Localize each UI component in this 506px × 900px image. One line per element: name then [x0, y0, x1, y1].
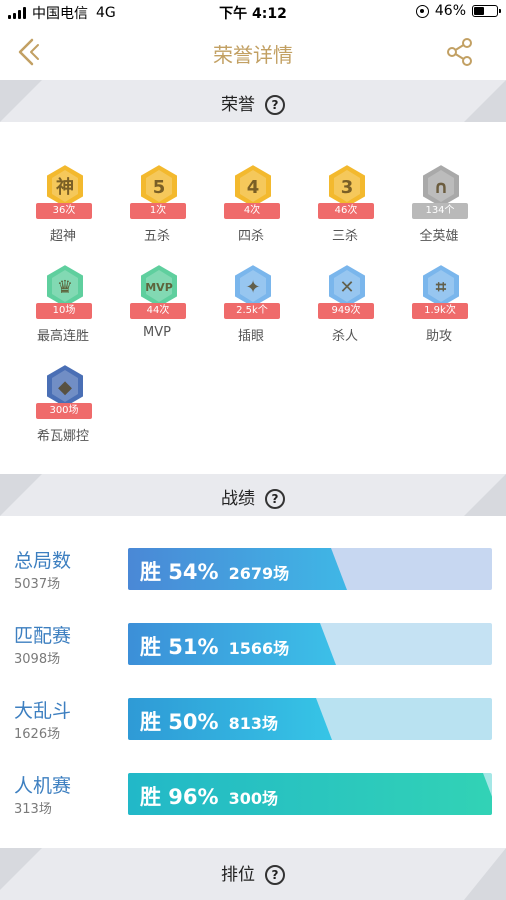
- honor-count: 10场: [36, 303, 92, 319]
- rank-section-header: 排位?: [0, 848, 506, 900]
- honor-item[interactable]: ◆ 300场希瓦娜控: [18, 350, 108, 450]
- win-count: 2679场: [228, 564, 290, 583]
- honor-count: 949次: [318, 303, 374, 319]
- honor-label: 希瓦娜控: [36, 429, 89, 444]
- section-title: 战绩?: [0, 484, 506, 509]
- record-title: 战绩: [221, 489, 255, 509]
- status-right: 46%: [415, 3, 501, 19]
- win-rate-bar: 胜 96% 300场: [128, 773, 492, 815]
- honor-item[interactable]: ⌗ 1.9k次助攻: [394, 250, 484, 350]
- win-rate-text: 胜 50% 813场: [140, 706, 278, 736]
- svg-text:⌗: ⌗: [435, 277, 447, 298]
- honors-grid: 神 36次 超神 5 1次 五杀 4 4次 四杀 3 46次 三杀 ∩ 134个 全英雄 ♛ 10场 最高连胜 MV…: [0, 122, 506, 474]
- svg-text:MVP: MVP: [145, 281, 173, 294]
- win-count: 813场: [228, 714, 278, 733]
- svg-text:✦: ✦: [245, 277, 260, 298]
- honor-count: 46次: [318, 203, 374, 219]
- honor-count: 2.5k个: [224, 303, 280, 319]
- honor-item[interactable]: 神 36次超神: [18, 150, 108, 250]
- honor-item[interactable]: ♛ 10场最高连胜: [18, 250, 108, 350]
- win-rate-value: 胜 50%: [140, 710, 219, 734]
- win-count: 300场: [228, 789, 278, 808]
- nav-bar: 荣誉详情: [0, 24, 506, 79]
- win-rate-text: 胜 96% 300场: [140, 781, 278, 811]
- share-icon: [447, 38, 472, 66]
- battery-icon: [472, 5, 501, 17]
- record-title: 总局数: [14, 550, 72, 572]
- honor-item[interactable]: 4 4次四杀: [206, 150, 296, 250]
- honor-count: 300场: [36, 403, 92, 419]
- honor-count: 134个: [412, 203, 468, 219]
- honor-count: 4次: [224, 203, 280, 219]
- honor-title: 荣誉: [221, 95, 255, 115]
- record-title: 匹配赛: [14, 625, 72, 647]
- honor-label: 三杀: [331, 229, 358, 244]
- help-icon[interactable]: ?: [265, 95, 285, 115]
- rank-title: 排位: [221, 865, 255, 885]
- record-games: 5037场: [14, 577, 61, 592]
- record-title: 大乱斗: [14, 700, 72, 722]
- honor-label: 助攻: [425, 329, 452, 344]
- svg-text:✕: ✕: [339, 277, 354, 298]
- honor-label: 五杀: [143, 229, 170, 244]
- honor-item[interactable]: 3 46次三杀: [300, 150, 390, 250]
- honor-item[interactable]: ∩ 134个全英雄: [394, 150, 484, 250]
- honor-label: 超神: [49, 229, 76, 244]
- record-games: 313场: [14, 802, 52, 817]
- record-games: 1626场: [14, 727, 61, 742]
- status-bar: 中国电信 4G 下午 4:12 46%: [0, 0, 506, 24]
- help-icon[interactable]: ?: [265, 865, 285, 885]
- help-icon[interactable]: ?: [265, 489, 285, 509]
- win-rate-value: 胜 51%: [140, 635, 219, 659]
- honor-count: 36次: [36, 203, 92, 219]
- record-title: 人机赛: [14, 775, 72, 797]
- honor-item[interactable]: ✕ 949次杀人: [300, 250, 390, 350]
- honor-label: 杀人: [331, 329, 358, 344]
- page-title: 荣誉详情: [213, 43, 293, 67]
- record-games: 3098场: [14, 652, 61, 667]
- honor-label: MVP: [143, 325, 171, 340]
- honor-item[interactable]: 5 1次五杀: [112, 150, 202, 250]
- honor-label: 四杀: [237, 229, 264, 244]
- share-button[interactable]: [444, 36, 476, 68]
- honor-label: 最高连胜: [36, 329, 89, 344]
- section-title: 荣誉?: [0, 90, 506, 115]
- svg-text:∩: ∩: [434, 177, 449, 198]
- svg-text:4: 4: [247, 177, 260, 198]
- rotation-lock-icon: [415, 4, 429, 18]
- honor-section-header: 荣誉?: [0, 80, 506, 122]
- record-row[interactable]: 人机赛 313场 胜 96% 300场: [0, 771, 506, 841]
- honor-count: 44次: [130, 303, 186, 319]
- win-rate-text: 胜 54% 2679场: [140, 556, 289, 586]
- battery-fill: [474, 7, 484, 15]
- honor-item[interactable]: ✦ 2.5k个插眼: [206, 250, 296, 350]
- svg-text:◆: ◆: [58, 377, 72, 398]
- honor-label: 插眼: [237, 329, 264, 344]
- battery-percent: 46%: [434, 3, 466, 19]
- win-rate-value: 胜 54%: [140, 560, 219, 584]
- record-row[interactable]: 匹配赛 3098场 胜 51% 1566场: [0, 621, 506, 691]
- record-section-header: 战绩?: [0, 474, 506, 516]
- svg-text:神: 神: [56, 176, 74, 198]
- svg-text:5: 5: [153, 177, 166, 198]
- win-rate-value: 胜 96%: [140, 785, 219, 809]
- win-rate-text: 胜 51% 1566场: [140, 631, 289, 661]
- win-rate-bar: 胜 50% 813场: [128, 698, 492, 740]
- svg-text:♛: ♛: [57, 277, 73, 298]
- win-count: 1566场: [228, 639, 290, 658]
- svg-text:3: 3: [341, 177, 354, 198]
- honor-item[interactable]: MVP 44次 MVP: [112, 250, 202, 350]
- section-title: 排位?: [0, 860, 506, 885]
- record-row[interactable]: 总局数 5037场 胜 54% 2679场: [0, 546, 506, 616]
- record-row[interactable]: 大乱斗 1626场 胜 50% 813场: [0, 696, 506, 766]
- win-rate-bar: 胜 54% 2679场: [128, 548, 492, 590]
- win-rate-bar: 胜 51% 1566场: [128, 623, 492, 665]
- honor-count: 1.9k次: [412, 303, 468, 319]
- honor-count: 1次: [130, 203, 186, 219]
- honor-label: 全英雄: [419, 229, 459, 244]
